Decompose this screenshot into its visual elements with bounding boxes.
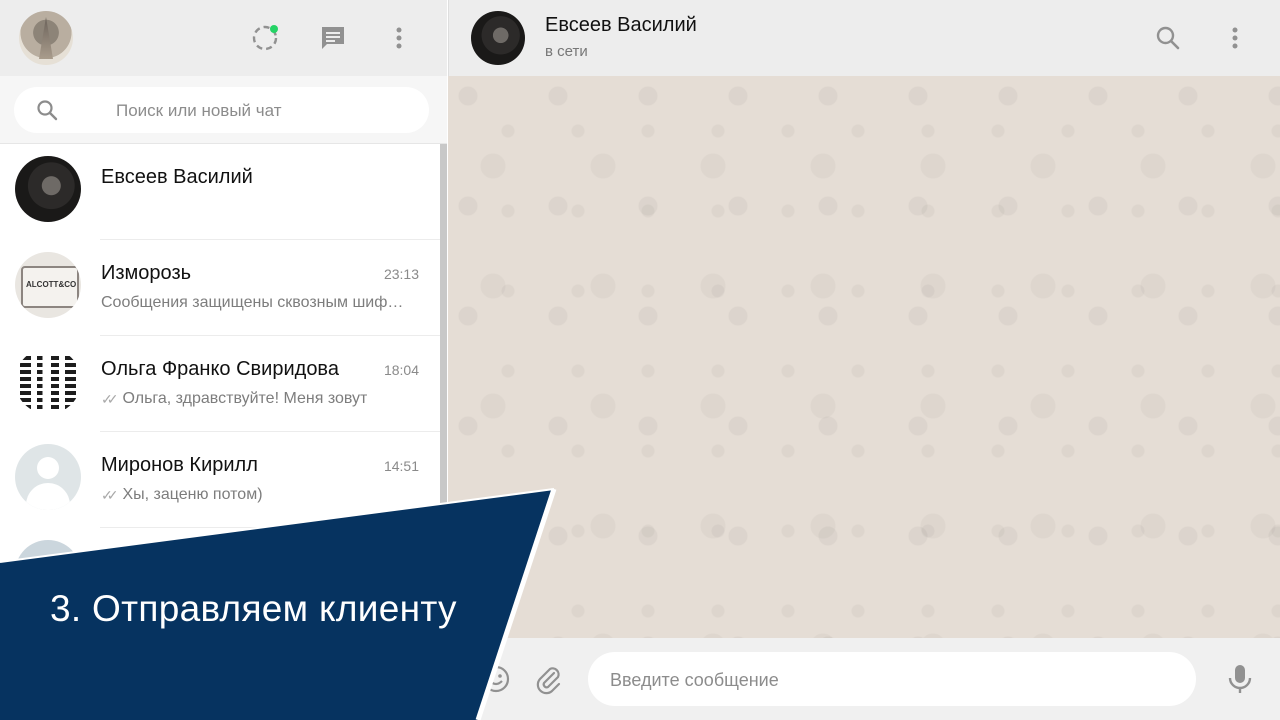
conversation-header: Евсеев Василий в сети xyxy=(448,0,1280,76)
sidebar-header xyxy=(0,0,447,76)
chat-time: 23:13 xyxy=(383,266,419,282)
chat-avatar xyxy=(15,348,81,414)
search-icon xyxy=(37,100,58,121)
chat-sidebar: Евсеев Василий ALCOTT&CO Изморозь 23:13 … xyxy=(0,0,447,720)
conversation-area xyxy=(448,76,1280,638)
search-bar xyxy=(0,76,447,144)
chat-list-item[interactable]: Ольга Франко Свиридова 18:04 ✓✓ Ольга, з… xyxy=(0,336,440,432)
message-input[interactable] xyxy=(608,667,1172,693)
conversation-search-button[interactable] xyxy=(1152,22,1184,54)
search-icon xyxy=(1156,26,1180,50)
chat-avatar xyxy=(15,156,81,222)
shirt-label-image: ALCOTT&CO xyxy=(21,266,79,308)
chat-preview: Сообщения защищены сквозным шифрованием xyxy=(101,294,409,311)
emoji-icon[interactable] xyxy=(480,663,512,695)
chat-list-item[interactable]: Миронов Кирилл 14:51 ✓✓ Хы, заценю потом… xyxy=(0,432,440,528)
new-chat-icon xyxy=(322,27,344,49)
compose-bar xyxy=(448,638,1280,720)
chat-name: Миронов Кирилл xyxy=(101,454,258,476)
new-chat-button[interactable] xyxy=(317,22,349,54)
chat-preview: ✓✓ Хы, заценю потом) xyxy=(101,486,263,503)
message-box[interactable] xyxy=(588,652,1196,706)
conversation-menu-button[interactable] xyxy=(1219,22,1251,54)
my-profile-avatar[interactable] xyxy=(19,11,73,65)
chat-name: Ольга Франко Свиридова xyxy=(101,358,339,380)
chat-list: Евсеев Василий ALCOTT&CO Изморозь 23:13 … xyxy=(0,144,440,720)
status-icon xyxy=(252,25,278,51)
double-check-icon: ✓✓ xyxy=(101,390,119,407)
qr-code-image xyxy=(20,353,76,409)
menu-dots-icon xyxy=(1232,27,1238,49)
shirt-brand-text: ALCOTT&CO xyxy=(26,280,77,289)
chat-preview: ✓✓ Ольга, здравствуйте! Меня зовут xyxy=(101,390,368,407)
microphone-icon[interactable] xyxy=(1223,662,1257,696)
double-check-icon: ✓✓ xyxy=(101,486,119,503)
chat-name: Евсеев Василий xyxy=(101,166,253,188)
search-input[interactable] xyxy=(114,98,418,124)
chat-list-item[interactable] xyxy=(0,528,440,624)
chat-avatar: ALCOTT&CO xyxy=(15,252,81,318)
chat-name: Изморозь xyxy=(101,262,192,284)
status-button[interactable] xyxy=(249,22,281,54)
chat-time: 18:04 xyxy=(383,362,419,378)
sidebar-menu-button[interactable] xyxy=(383,22,415,54)
default-avatar-icon xyxy=(15,444,81,510)
chat-time: 14:51 xyxy=(383,458,419,474)
menu-dots-icon xyxy=(396,27,402,49)
chat-list-item[interactable]: Евсеев Василий xyxy=(0,144,440,240)
chat-list-item[interactable]: ALCOTT&CO Изморозь 23:13 Сообщения защищ… xyxy=(0,240,440,336)
contact-status: в сети xyxy=(545,43,588,60)
search-box[interactable] xyxy=(14,87,429,133)
chat-avatar xyxy=(15,540,81,606)
contact-avatar[interactable] xyxy=(471,11,525,65)
paperclip-icon[interactable] xyxy=(532,663,564,695)
chat-list-scrollbar[interactable] xyxy=(440,144,447,504)
contact-name[interactable]: Евсеев Василий xyxy=(545,14,697,37)
